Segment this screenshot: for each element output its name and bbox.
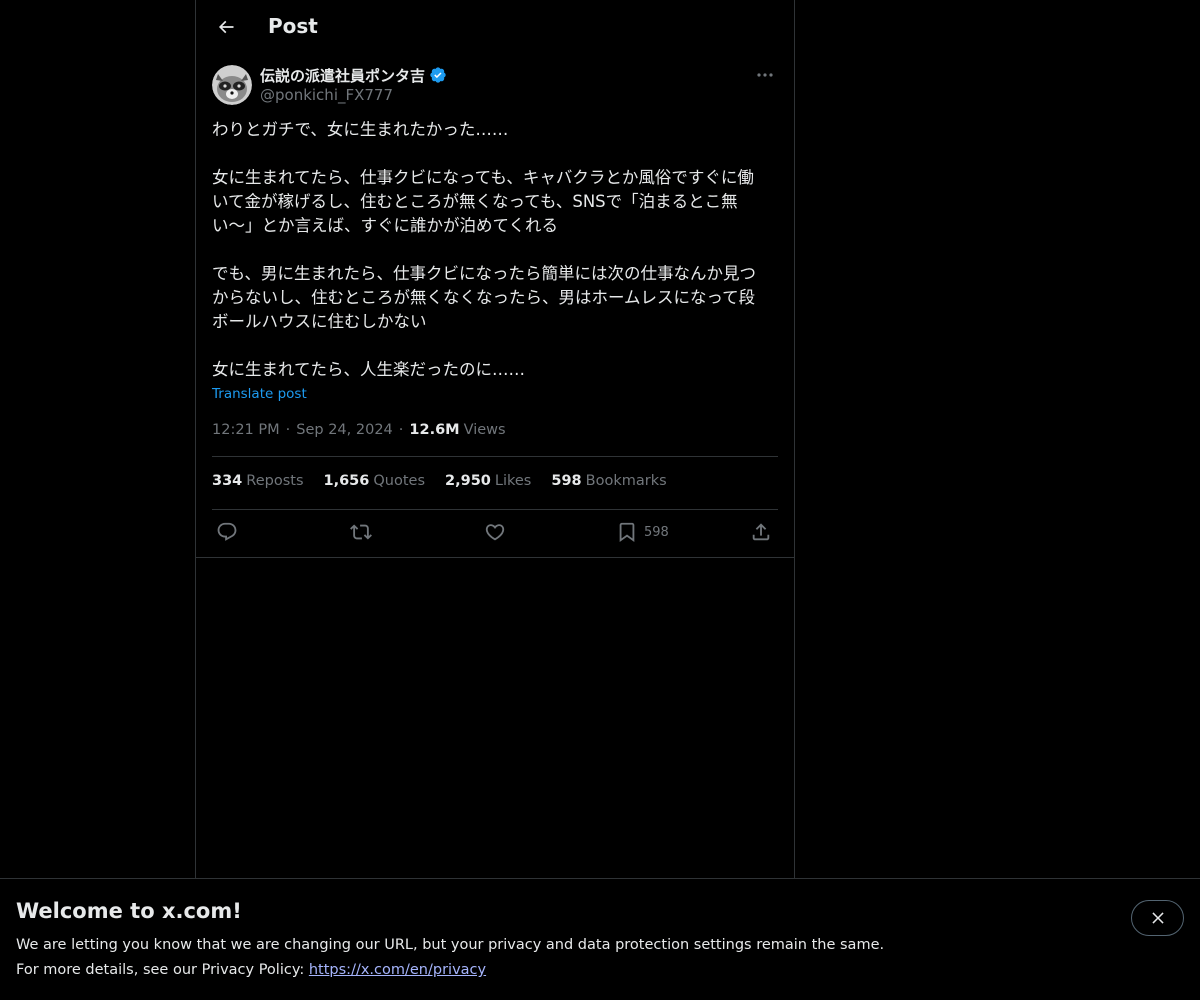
views-label: Views — [463, 422, 506, 438]
likes-stat[interactable]: 2,950 Likes — [445, 473, 531, 493]
meta-separator: · — [398, 422, 404, 438]
bookmarks-count: 598 — [551, 473, 582, 489]
divider — [212, 509, 778, 510]
repost-icon — [350, 524, 372, 540]
banner-privacy-line: For more details, see our Privacy Policy… — [16, 962, 486, 978]
reply-icon — [217, 522, 237, 541]
share-button[interactable] — [750, 520, 772, 544]
post-actions: 598 — [212, 518, 778, 548]
likes-label: Likes — [494, 473, 532, 489]
reposts-count: 334 — [212, 473, 243, 489]
post-date[interactable]: Sep 24, 2024 — [296, 422, 393, 438]
divider — [212, 456, 778, 457]
post-time[interactable]: 12:21 PM — [212, 422, 280, 438]
quotes-label: Quotes — [373, 473, 426, 489]
back-button[interactable] — [208, 9, 244, 45]
arrow-left-icon — [218, 20, 234, 34]
post-stats: 334 Reposts 1,656 Quotes 2,950 Likes 598… — [212, 473, 667, 493]
reposts-stat[interactable]: 334 Reposts — [212, 473, 304, 493]
meta-separator: · — [285, 422, 291, 438]
post-header: Post — [196, 0, 794, 54]
reply-button[interactable] — [216, 520, 238, 544]
more-horizontal-icon — [757, 73, 773, 77]
repost-button[interactable] — [350, 520, 372, 544]
banner-privacy-prefix: For more details, see our Privacy Policy… — [16, 962, 309, 978]
welcome-banner: Welcome to x.com! We are letting you kno… — [0, 878, 1200, 1000]
verified-badge-icon[interactable] — [429, 66, 447, 84]
author-display-name[interactable]: 伝説の派遣社員ポンタ吉 — [260, 65, 425, 86]
bookmark-count: 598 — [644, 524, 669, 540]
translate-post-link[interactable]: Translate post — [212, 386, 307, 402]
reposts-label: Reposts — [246, 473, 304, 489]
post-text: わりとガチで、女に生まれたかった…… 女に生まれてたら、仕事クビになっても、キャ… — [212, 120, 757, 379]
page-title: Post — [268, 14, 318, 38]
banner-message: We are letting you know that we are chan… — [16, 937, 885, 953]
share-icon — [752, 523, 770, 541]
close-icon — [1151, 912, 1164, 924]
bookmarks-label: Bookmarks — [585, 473, 667, 489]
bookmark-icon — [619, 522, 635, 543]
more-options-button[interactable] — [752, 65, 778, 85]
author-name-row: 伝説の派遣社員ポンタ吉 — [260, 65, 447, 85]
bookmark-button[interactable]: 598 — [616, 520, 669, 544]
privacy-policy-link[interactable]: https://x.com/en/privacy — [309, 962, 486, 978]
quotes-stat[interactable]: 1,656 Quotes — [324, 473, 426, 493]
post-column: Post 伝説の派遣社員ポンタ吉 @ponkichi_FX777 わりとガチで、… — [195, 0, 795, 878]
likes-count: 2,950 — [445, 473, 491, 489]
like-icon — [485, 524, 505, 541]
divider — [196, 557, 794, 558]
quotes-count: 1,656 — [323, 473, 370, 489]
avatar[interactable] — [212, 65, 252, 105]
like-button[interactable] — [484, 520, 506, 544]
bookmarks-stat[interactable]: 598 Bookmarks — [551, 473, 666, 493]
post-meta: 12:21 PM · Sep 24, 2024 · 12.6M Views — [212, 420, 506, 440]
author-handle[interactable]: @ponkichi_FX777 — [260, 86, 393, 104]
close-banner-button[interactable] — [1131, 900, 1184, 936]
post-author: 伝説の派遣社員ポンタ吉 @ponkichi_FX777 — [212, 65, 778, 107]
banner-title: Welcome to x.com! — [16, 899, 242, 923]
views-count: 12.6M — [409, 422, 460, 438]
